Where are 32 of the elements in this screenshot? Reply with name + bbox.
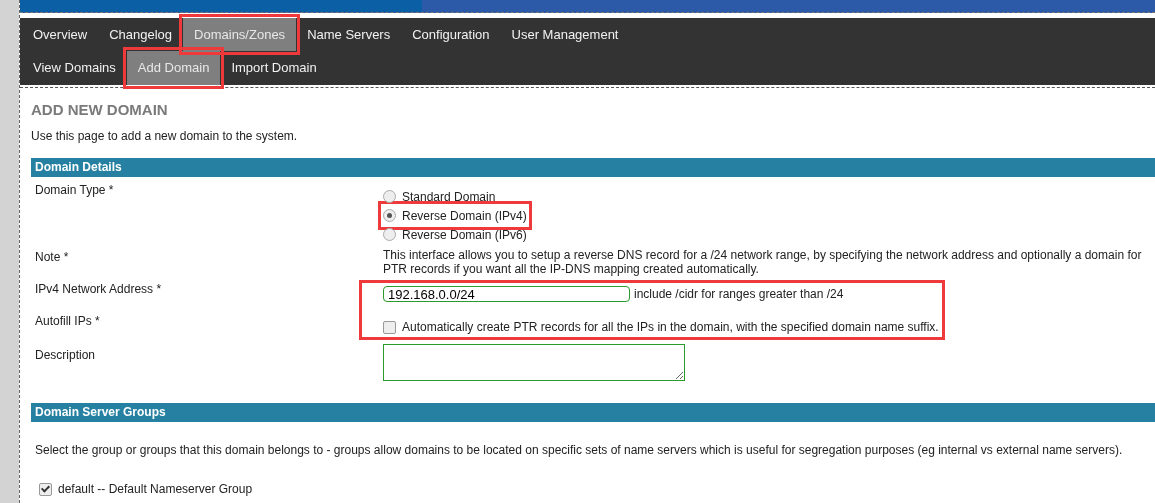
field-label: Domain Type * [35, 182, 115, 199]
nav-tab[interactable]: Name Servers [296, 18, 402, 51]
sub-tab[interactable]: View Domains [22, 51, 127, 85]
checkbox[interactable] [39, 482, 52, 496]
field-hint: include /cidr for ranges greater than /24 [634, 287, 844, 301]
page-description: Use this page to add a new domain to the system. [31, 129, 299, 143]
field-label: Note * [35, 249, 70, 266]
radio-button[interactable] [383, 209, 396, 222]
nav-tab[interactable]: User Management [500, 18, 630, 51]
radio-label: Standard Domain [402, 189, 496, 204]
checkbox-label: Automatically create PTR records for all the IPs in the domain, with the specified domain name suffix. [402, 320, 939, 334]
radio-button[interactable] [383, 228, 396, 241]
nav-tab[interactable]: Changelog [98, 18, 184, 51]
section-header: Domain Server Groups [31, 403, 1155, 422]
note-text: PTR records if you want all the IP-DNS mapping created automatically. [383, 262, 760, 276]
field-label: Description [35, 347, 97, 364]
section-description: Select the group or groups that this domain belongs to - groups allow domains to be located on specific sets of name servers which is useful for segregation purposes (eg internal vs external name servers). [34, 442, 1124, 457]
nav-tab[interactable]: Overview [22, 18, 99, 51]
text-field[interactable]: 192.168.0.0/24 [383, 286, 630, 302]
checkbox[interactable] [383, 320, 396, 334]
field-label: Autofill IPs * [35, 313, 101, 330]
checkbox-label: default -- Default Nameserver Group [58, 482, 253, 496]
sub-tab[interactable]: Import Domain [220, 51, 328, 85]
page-title: ADD NEW DOMAIN [31, 101, 169, 118]
radio-button[interactable] [383, 190, 396, 203]
field-label: IPv4 Network Address * [35, 281, 163, 298]
section-header: Domain Details [31, 158, 1155, 177]
nav-tab[interactable]: Configuration [401, 18, 501, 51]
text-area[interactable] [383, 344, 685, 381]
radio-label: Reverse Domain (IPv4) [402, 208, 527, 223]
note-text: This interface allows you to setup a reverse DNS record for a /24 network range, by specifying the network address and optionally a domain for [383, 248, 1143, 262]
radio-label: Reverse Domain (IPv6) [402, 227, 527, 242]
